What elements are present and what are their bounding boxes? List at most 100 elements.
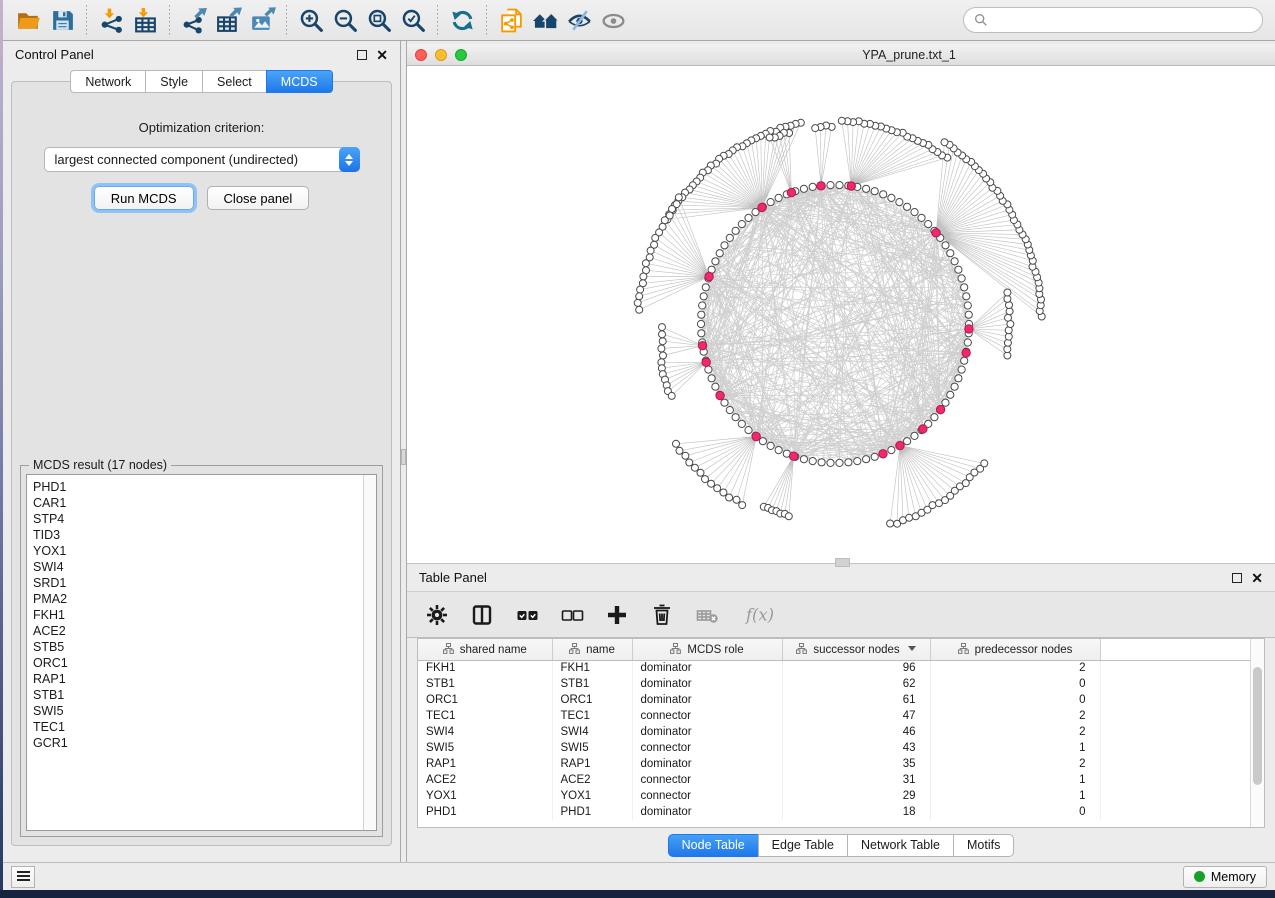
zoom-in-icon[interactable] <box>294 3 328 37</box>
network-canvas[interactable] <box>407 66 1275 563</box>
mcds-dominator-node[interactable] <box>716 391 724 399</box>
cell-shared-name[interactable]: ACE2 <box>418 772 552 788</box>
cell-successor-nodes[interactable]: 43 <box>782 740 930 756</box>
mcds-dominator-node[interactable] <box>817 182 825 190</box>
cell-name[interactable]: STB1 <box>552 676 632 692</box>
mcds-result-item[interactable]: TEC1 <box>33 719 363 735</box>
close-window-icon[interactable] <box>415 49 427 61</box>
export-network-icon[interactable] <box>177 3 211 37</box>
cell-name[interactable]: ACE2 <box>552 772 632 788</box>
cell-predecessor-nodes[interactable]: 2 <box>930 724 1100 740</box>
mcds-result-item[interactable]: SWI5 <box>33 703 363 719</box>
cell-MCDS-role[interactable]: dominator <box>632 756 782 772</box>
cell-shared-name[interactable]: PHD1 <box>418 804 552 820</box>
home-icon[interactable] <box>528 3 562 37</box>
run-mcds-button[interactable]: Run MCDS <box>94 186 194 210</box>
import-network-icon[interactable] <box>94 3 128 37</box>
hide-panels-eye-icon[interactable] <box>562 3 596 37</box>
cell-predecessor-nodes[interactable]: 1 <box>930 772 1100 788</box>
table-row[interactable]: TEC1TEC1connector472 <box>418 708 1250 724</box>
zoom-out-icon[interactable] <box>328 3 362 37</box>
column-header-MCDS-role[interactable]: MCDS role <box>632 639 782 660</box>
cell-successor-nodes[interactable]: 96 <box>782 660 930 676</box>
close-panel-icon[interactable]: ✕ <box>1251 573 1263 583</box>
mcds-dominator-node[interactable] <box>758 203 766 211</box>
memory-button[interactable]: Memory <box>1183 866 1267 888</box>
cell-name[interactable]: TEC1 <box>552 708 632 724</box>
cell-shared-name[interactable]: YOX1 <box>418 788 552 804</box>
mcds-result-item[interactable]: SWI4 <box>33 559 363 575</box>
float-window-icon[interactable] <box>357 50 367 60</box>
table-scrollbar[interactable] <box>1250 639 1264 827</box>
cell-successor-nodes[interactable]: 18 <box>782 804 930 820</box>
cell-predecessor-nodes[interactable]: 2 <box>930 660 1100 676</box>
export-image-icon[interactable] <box>245 3 279 37</box>
cell-MCDS-role[interactable]: connector <box>632 740 782 756</box>
delete-table-icon[interactable] <box>693 601 721 629</box>
cell-predecessor-nodes[interactable]: 1 <box>930 788 1100 804</box>
cell-predecessor-nodes[interactable]: 2 <box>930 756 1100 772</box>
show-columns-icon[interactable] <box>468 601 496 629</box>
mcds-dominator-node[interactable] <box>919 425 927 433</box>
network-window-titlebar[interactable]: YPA_prune.txt_1 <box>407 44 1275 66</box>
vertical-splitter[interactable] <box>400 41 407 862</box>
cell-shared-name[interactable]: STB1 <box>418 676 552 692</box>
cell-MCDS-role[interactable]: dominator <box>632 724 782 740</box>
column-header-name[interactable]: name <box>552 639 632 660</box>
import-table-icon[interactable] <box>128 3 162 37</box>
function-builder-icon[interactable]: f(x) <box>738 601 782 629</box>
criterion-dropdown[interactable]: largest connected component (undirected) <box>44 147 360 172</box>
table-row[interactable]: ACE2ACE2connector311 <box>418 772 1250 788</box>
close-panel-icon[interactable]: ✕ <box>376 50 388 60</box>
cell-name[interactable]: ORC1 <box>552 692 632 708</box>
tab-edge-table[interactable]: Edge Table <box>758 834 847 857</box>
tab-network-table[interactable]: Network Table <box>847 834 953 857</box>
mcds-dominator-node[interactable] <box>705 272 713 280</box>
cell-shared-name[interactable]: FKH1 <box>418 660 552 676</box>
zoom-fit-icon[interactable] <box>362 3 396 37</box>
mcds-dominator-node[interactable] <box>698 342 706 350</box>
cell-MCDS-role[interactable]: connector <box>632 772 782 788</box>
cell-MCDS-role[interactable]: dominator <box>632 804 782 820</box>
cell-successor-nodes[interactable]: 61 <box>782 692 930 708</box>
cell-successor-nodes[interactable]: 46 <box>782 724 930 740</box>
column-header-shared-name[interactable]: shared name <box>418 639 552 660</box>
cell-predecessor-nodes[interactable]: 1 <box>930 740 1100 756</box>
tab-mcds[interactable]: MCDS <box>266 70 333 93</box>
mcds-result-item[interactable]: CAR1 <box>33 495 363 511</box>
maximize-window-icon[interactable] <box>455 49 467 61</box>
tab-motifs[interactable]: Motifs <box>953 834 1014 857</box>
float-window-icon[interactable] <box>1232 573 1242 583</box>
mcds-dominator-node[interactable] <box>752 432 760 440</box>
table-row[interactable]: YOX1YOX1connector291 <box>418 788 1250 804</box>
open-file-icon[interactable] <box>11 3 45 37</box>
mcds-dominator-node[interactable] <box>936 405 944 413</box>
mcds-result-item[interactable]: ORC1 <box>33 655 363 671</box>
mcds-dominator-node[interactable] <box>965 325 973 333</box>
mcds-result-item[interactable]: STP4 <box>33 511 363 527</box>
cell-name[interactable]: SWI4 <box>552 724 632 740</box>
tab-select[interactable]: Select <box>202 70 266 93</box>
cell-name[interactable]: YOX1 <box>552 788 632 804</box>
mcds-result-item[interactable]: SRD1 <box>33 575 363 591</box>
cell-shared-name[interactable]: ORC1 <box>418 692 552 708</box>
table-row[interactable]: ORC1ORC1dominator610 <box>418 692 1250 708</box>
mcds-dominator-node[interactable] <box>896 441 904 449</box>
network-graph[interactable] <box>407 66 1272 562</box>
refresh-icon[interactable] <box>445 3 479 37</box>
add-column-icon[interactable] <box>603 601 631 629</box>
cell-shared-name[interactable]: RAP1 <box>418 756 552 772</box>
mcds-dominator-node[interactable] <box>879 450 887 458</box>
cell-predecessor-nodes[interactable]: 0 <box>930 804 1100 820</box>
cell-shared-name[interactable]: SWI5 <box>418 740 552 756</box>
close-panel-button[interactable]: Close panel <box>207 186 310 210</box>
tab-style[interactable]: Style <box>145 70 202 93</box>
mcds-result-item[interactable]: ACE2 <box>33 623 363 639</box>
mcds-result-list[interactable]: PHD1CAR1STP4TID3YOX1SWI4SRD1PMA2FKH1ACE2… <box>26 474 377 831</box>
cell-MCDS-role[interactable]: dominator <box>632 692 782 708</box>
cell-MCDS-role[interactable]: dominator <box>632 676 782 692</box>
select-all-checkboxes-icon[interactable] <box>513 601 541 629</box>
scrollbar-thumb[interactable] <box>1253 667 1262 785</box>
mcds-dominator-node[interactable] <box>962 349 970 357</box>
mcds-dominator-node[interactable] <box>932 229 940 237</box>
